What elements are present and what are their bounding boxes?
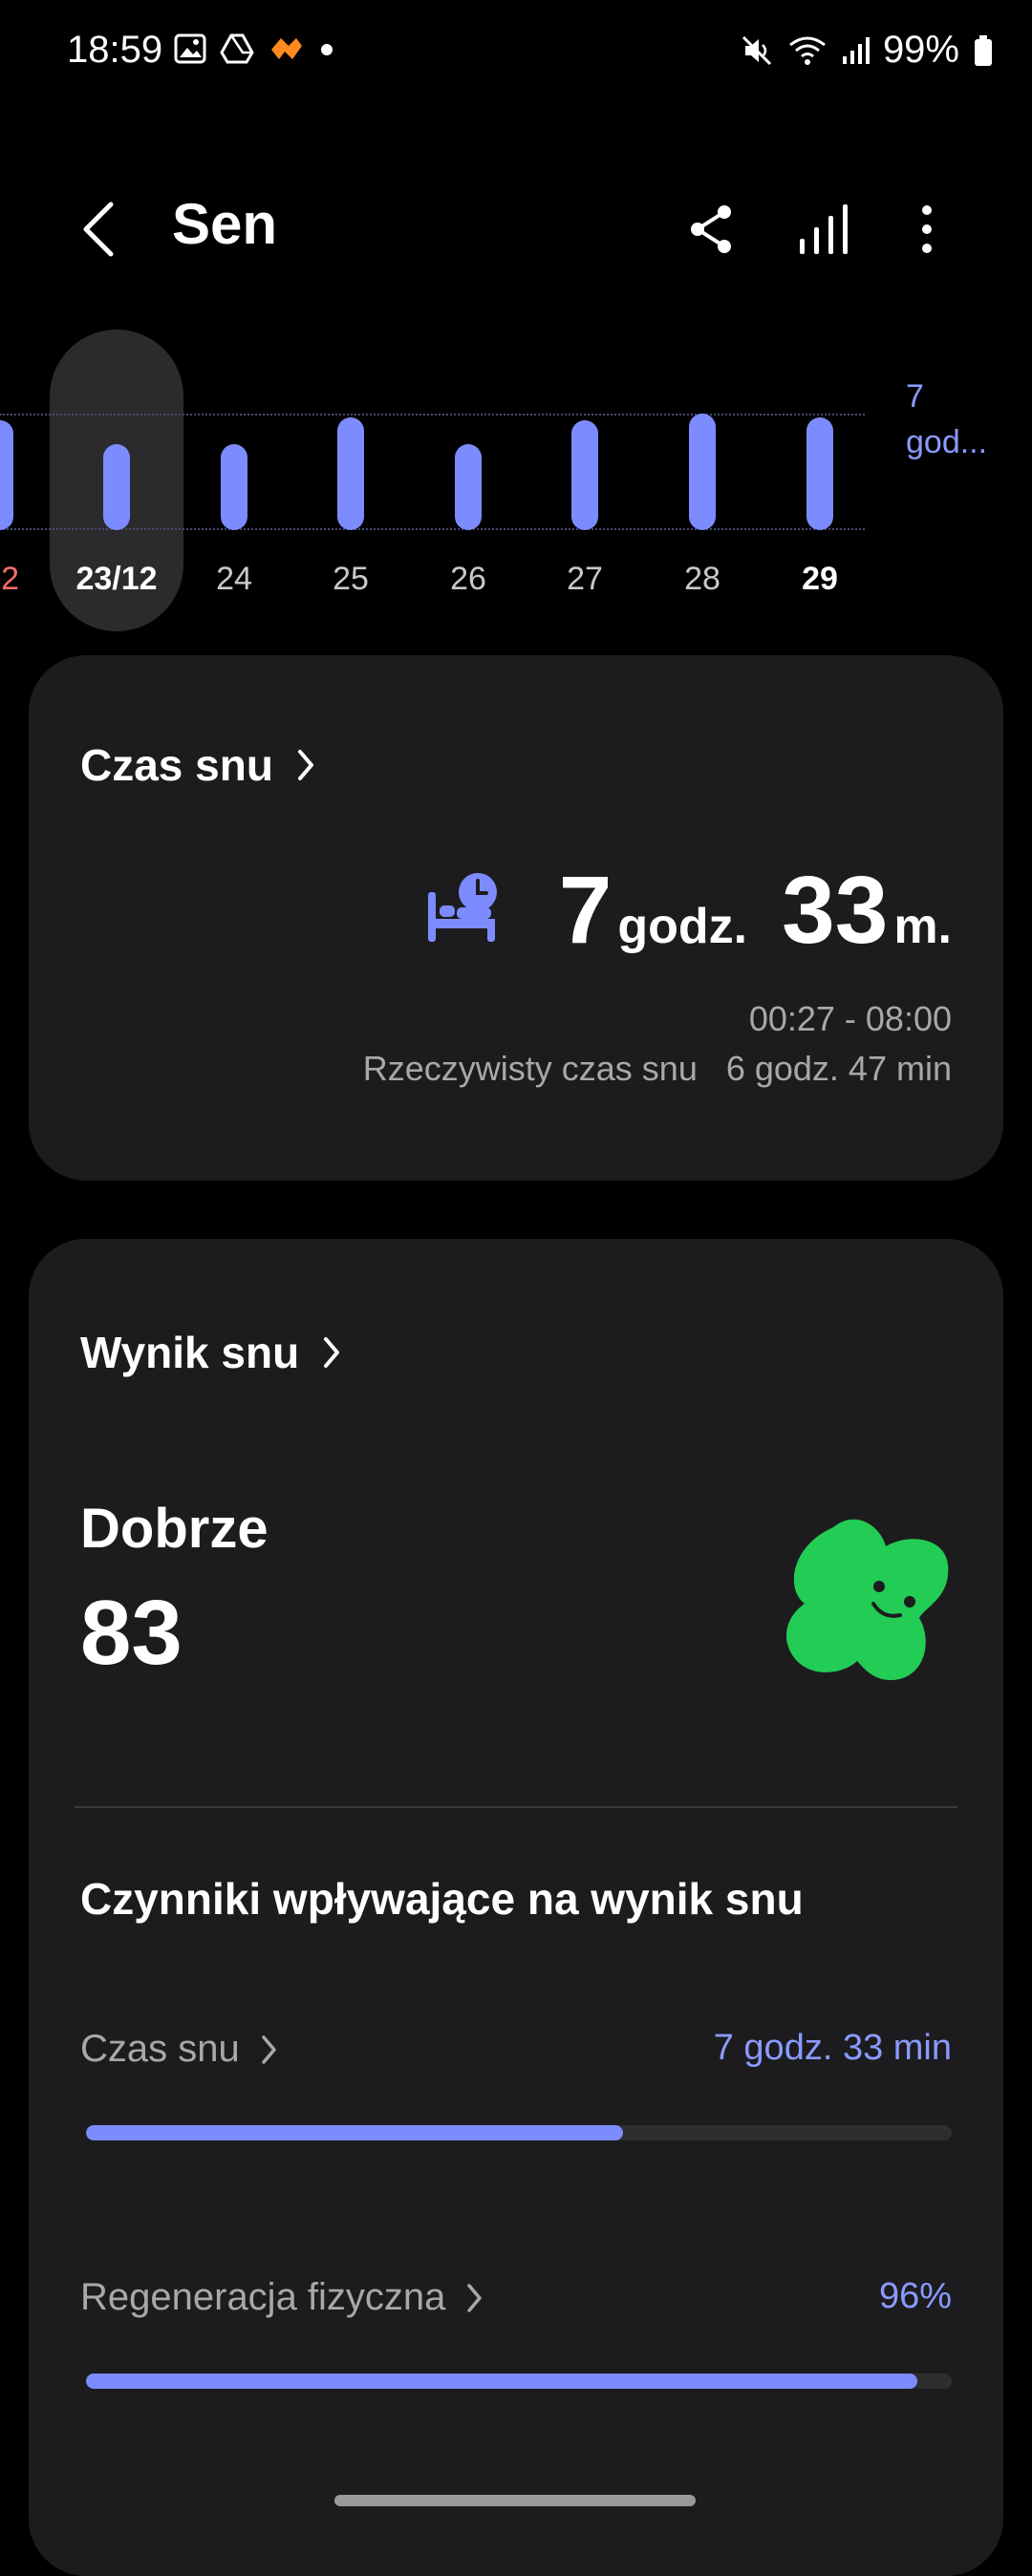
status-bar: 18:59 99% [0, 0, 1032, 105]
sleep-duration: 7 godz. 33 m. [559, 856, 952, 966]
average-label-value: 7 [906, 378, 924, 415]
chevron-right-icon [467, 2283, 483, 2312]
sleep-hours: 7 [558, 857, 613, 964]
sleep-time-card-header[interactable]: Czas snu [80, 739, 315, 791]
day-label[interactable]: 24 [186, 561, 282, 598]
factor-label: Regeneracja fizyczna [80, 2276, 446, 2318]
sleep-time-card[interactable]: Czas snu 7 godz. 33 m. 00:27 - 08:00 Rze… [29, 655, 1003, 1181]
score-value: 83 [80, 1582, 183, 1684]
status-time: 18:59 [67, 29, 163, 71]
mute-icon [742, 35, 771, 65]
share-button[interactable] [680, 199, 742, 260]
average-label-unit: god... [906, 424, 988, 460]
actual-sleep-row: Rzeczywisty czas snu 6 godz. 47 min [363, 1049, 952, 1089]
factor-sleep-time-progress [86, 2125, 952, 2140]
day-label[interactable]: 25 [303, 561, 398, 598]
day-bar[interactable] [0, 419, 13, 530]
factor-value: 7 godz. 33 min [713, 2028, 952, 2068]
sleep-time-range: 00:27 - 08:00 [748, 999, 952, 1038]
factor-value: 96% [878, 2276, 952, 2316]
gallery-icon [174, 33, 206, 64]
drive-icon [220, 33, 254, 64]
score-rating: Dobrze [80, 1498, 269, 1560]
chevron-right-icon [262, 2034, 276, 2064]
system-icons: 99% [740, 29, 994, 72]
factor-label-row: Regeneracja fizyczna [80, 2276, 484, 2319]
average-label: 7 god... [906, 373, 987, 465]
progress-fill [86, 2125, 623, 2140]
back-button[interactable] [76, 201, 124, 258]
day-label[interactable]: 23/12 [69, 561, 164, 598]
factor-label: Czas snu [80, 2028, 240, 2070]
battery-percent: 99% [882, 29, 959, 71]
day-bar[interactable] [689, 414, 716, 530]
share-icon [691, 205, 731, 253]
day-label[interactable]: 27 [537, 561, 633, 598]
day-bar[interactable] [221, 444, 247, 530]
day-label[interactable]: 2 [0, 561, 19, 598]
day-bar[interactable] [337, 416, 364, 530]
statistics-button[interactable] [793, 199, 854, 260]
sleep-minutes: 33 [782, 857, 889, 964]
battery-icon [975, 34, 992, 66]
progress-fill [86, 2374, 917, 2389]
health-app-icon [271, 38, 302, 59]
day-bar[interactable] [806, 416, 833, 530]
factors-title: Czynniki wpływające na wynik snu [80, 1874, 804, 1924]
factor-label-row: Czas snu [80, 2028, 278, 2071]
day-bar[interactable] [571, 419, 598, 530]
factor-sleep-time[interactable]: Czas snu 7 godz. 33 min [80, 2028, 952, 2085]
day-label[interactable]: 28 [655, 561, 750, 598]
notification-dot-icon [321, 44, 333, 55]
day-bar[interactable] [103, 444, 130, 530]
weekly-sleep-chart[interactable]: 7 god... 2 23/12 24 25 26 27 28 29 [0, 330, 1032, 635]
day-label[interactable]: 26 [420, 561, 516, 598]
chevron-right-icon [324, 1337, 340, 1368]
baseline [0, 528, 865, 530]
signal-icon [842, 36, 870, 64]
sleep-score-card-header[interactable]: Wynik snu [80, 1327, 341, 1378]
divider [75, 1806, 957, 1808]
actual-sleep-label: Rzeczywisty czas snu [362, 1049, 698, 1088]
notification-icons [174, 32, 336, 65]
day-label[interactable]: 29 [772, 561, 868, 598]
home-indicator[interactable] [334, 2495, 696, 2506]
bar-chart-icon [800, 204, 848, 254]
factor-physical-recovery[interactable]: Regeneracja fizyczna 96% [80, 2276, 952, 2333]
page-title: Sen [172, 192, 278, 256]
chevron-right-icon [297, 750, 313, 780]
sleep-mascot-icon [785, 1519, 949, 1680]
more-options-button[interactable] [896, 199, 957, 260]
sleep-score-card[interactable]: Wynik snu Dobrze 83 Czynniki wpływające … [29, 1239, 1003, 2576]
card-title: Czas snu [80, 740, 273, 790]
actual-sleep-value: 6 godz. 47 min [725, 1049, 952, 1088]
sleep-hours-unit: godz. [617, 899, 748, 954]
more-vert-icon [922, 205, 932, 253]
back-arrow-icon [83, 202, 114, 257]
sleep-minutes-unit: m. [893, 899, 952, 954]
day-bar[interactable] [455, 444, 482, 530]
bed-clock-icon [428, 873, 497, 942]
average-line [0, 414, 865, 415]
app-header: Sen [0, 181, 1032, 277]
wifi-icon [789, 36, 826, 65]
factor-physical-recovery-progress [86, 2374, 952, 2389]
card-title: Wynik snu [80, 1328, 300, 1377]
